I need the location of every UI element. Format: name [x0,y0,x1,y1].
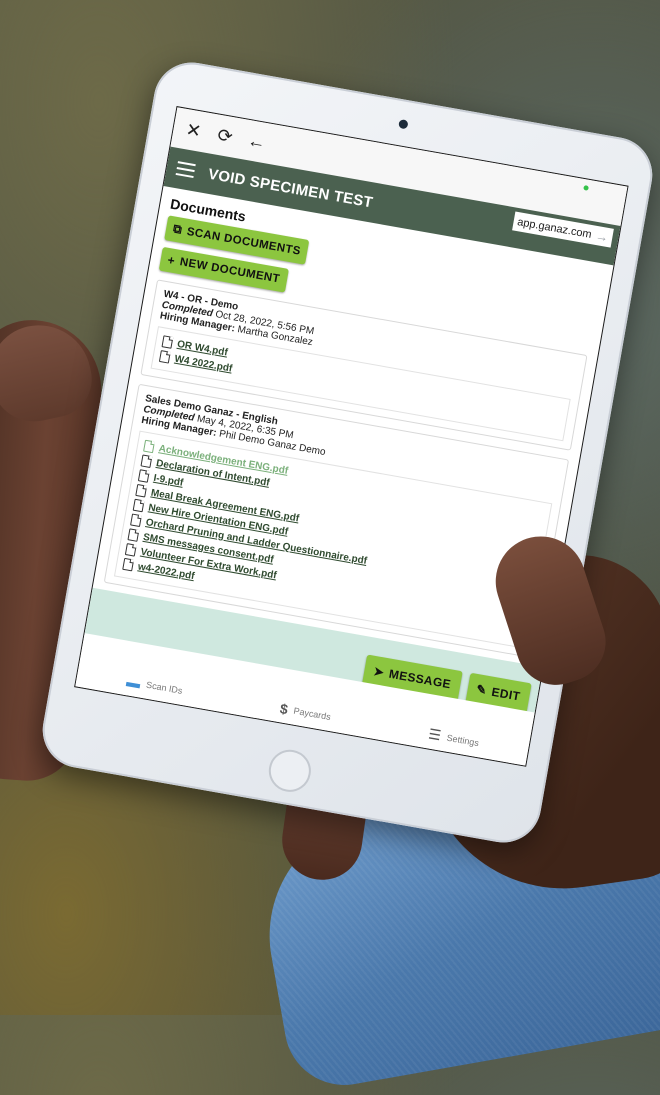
id-card-icon: ▬ [125,673,142,692]
nav-settings-label: Settings [445,732,480,748]
home-button[interactable] [265,746,315,796]
send-icon: ➤ [372,663,386,680]
sliders-icon: ☰ [427,725,443,744]
close-icon[interactable]: ✕ [182,119,205,142]
nav-paycards-label: Paycards [292,705,332,723]
back-arrow-icon[interactable]: ← [245,130,268,153]
file-icon [143,439,156,454]
file-link[interactable]: I-9.pdf [153,472,184,488]
file-icon [161,335,174,349]
file-icon [135,483,148,498]
edit-label: EDIT [490,684,522,704]
nav-scan-ids-label: Scan IDs [145,679,184,696]
nav-settings[interactable]: ☰ Settings [427,725,480,751]
file-icon [124,543,137,557]
file-icon [130,513,142,528]
front-camera [398,118,409,130]
file-icon [137,469,150,483]
forward-arrow-icon[interactable]: → [594,228,609,245]
menu-icon[interactable] [175,161,196,179]
edit-icon: ✎ [475,682,489,698]
dollar-icon: $ [278,700,290,718]
file-icon [122,557,135,572]
file-icon [140,454,153,468]
reload-icon[interactable]: ⟳ [214,124,237,147]
plus-icon: + [166,252,177,269]
file-icon [158,350,171,364]
nav-paycards[interactable]: $ Paycards [279,700,332,725]
nav-scan-ids[interactable]: ▬ Scan IDs [125,673,183,699]
new-document-label: NEW DOCUMENT [178,256,281,286]
file-icon [132,498,145,513]
scan-icon: ⧉ [172,221,184,237]
file-icon [127,528,140,542]
